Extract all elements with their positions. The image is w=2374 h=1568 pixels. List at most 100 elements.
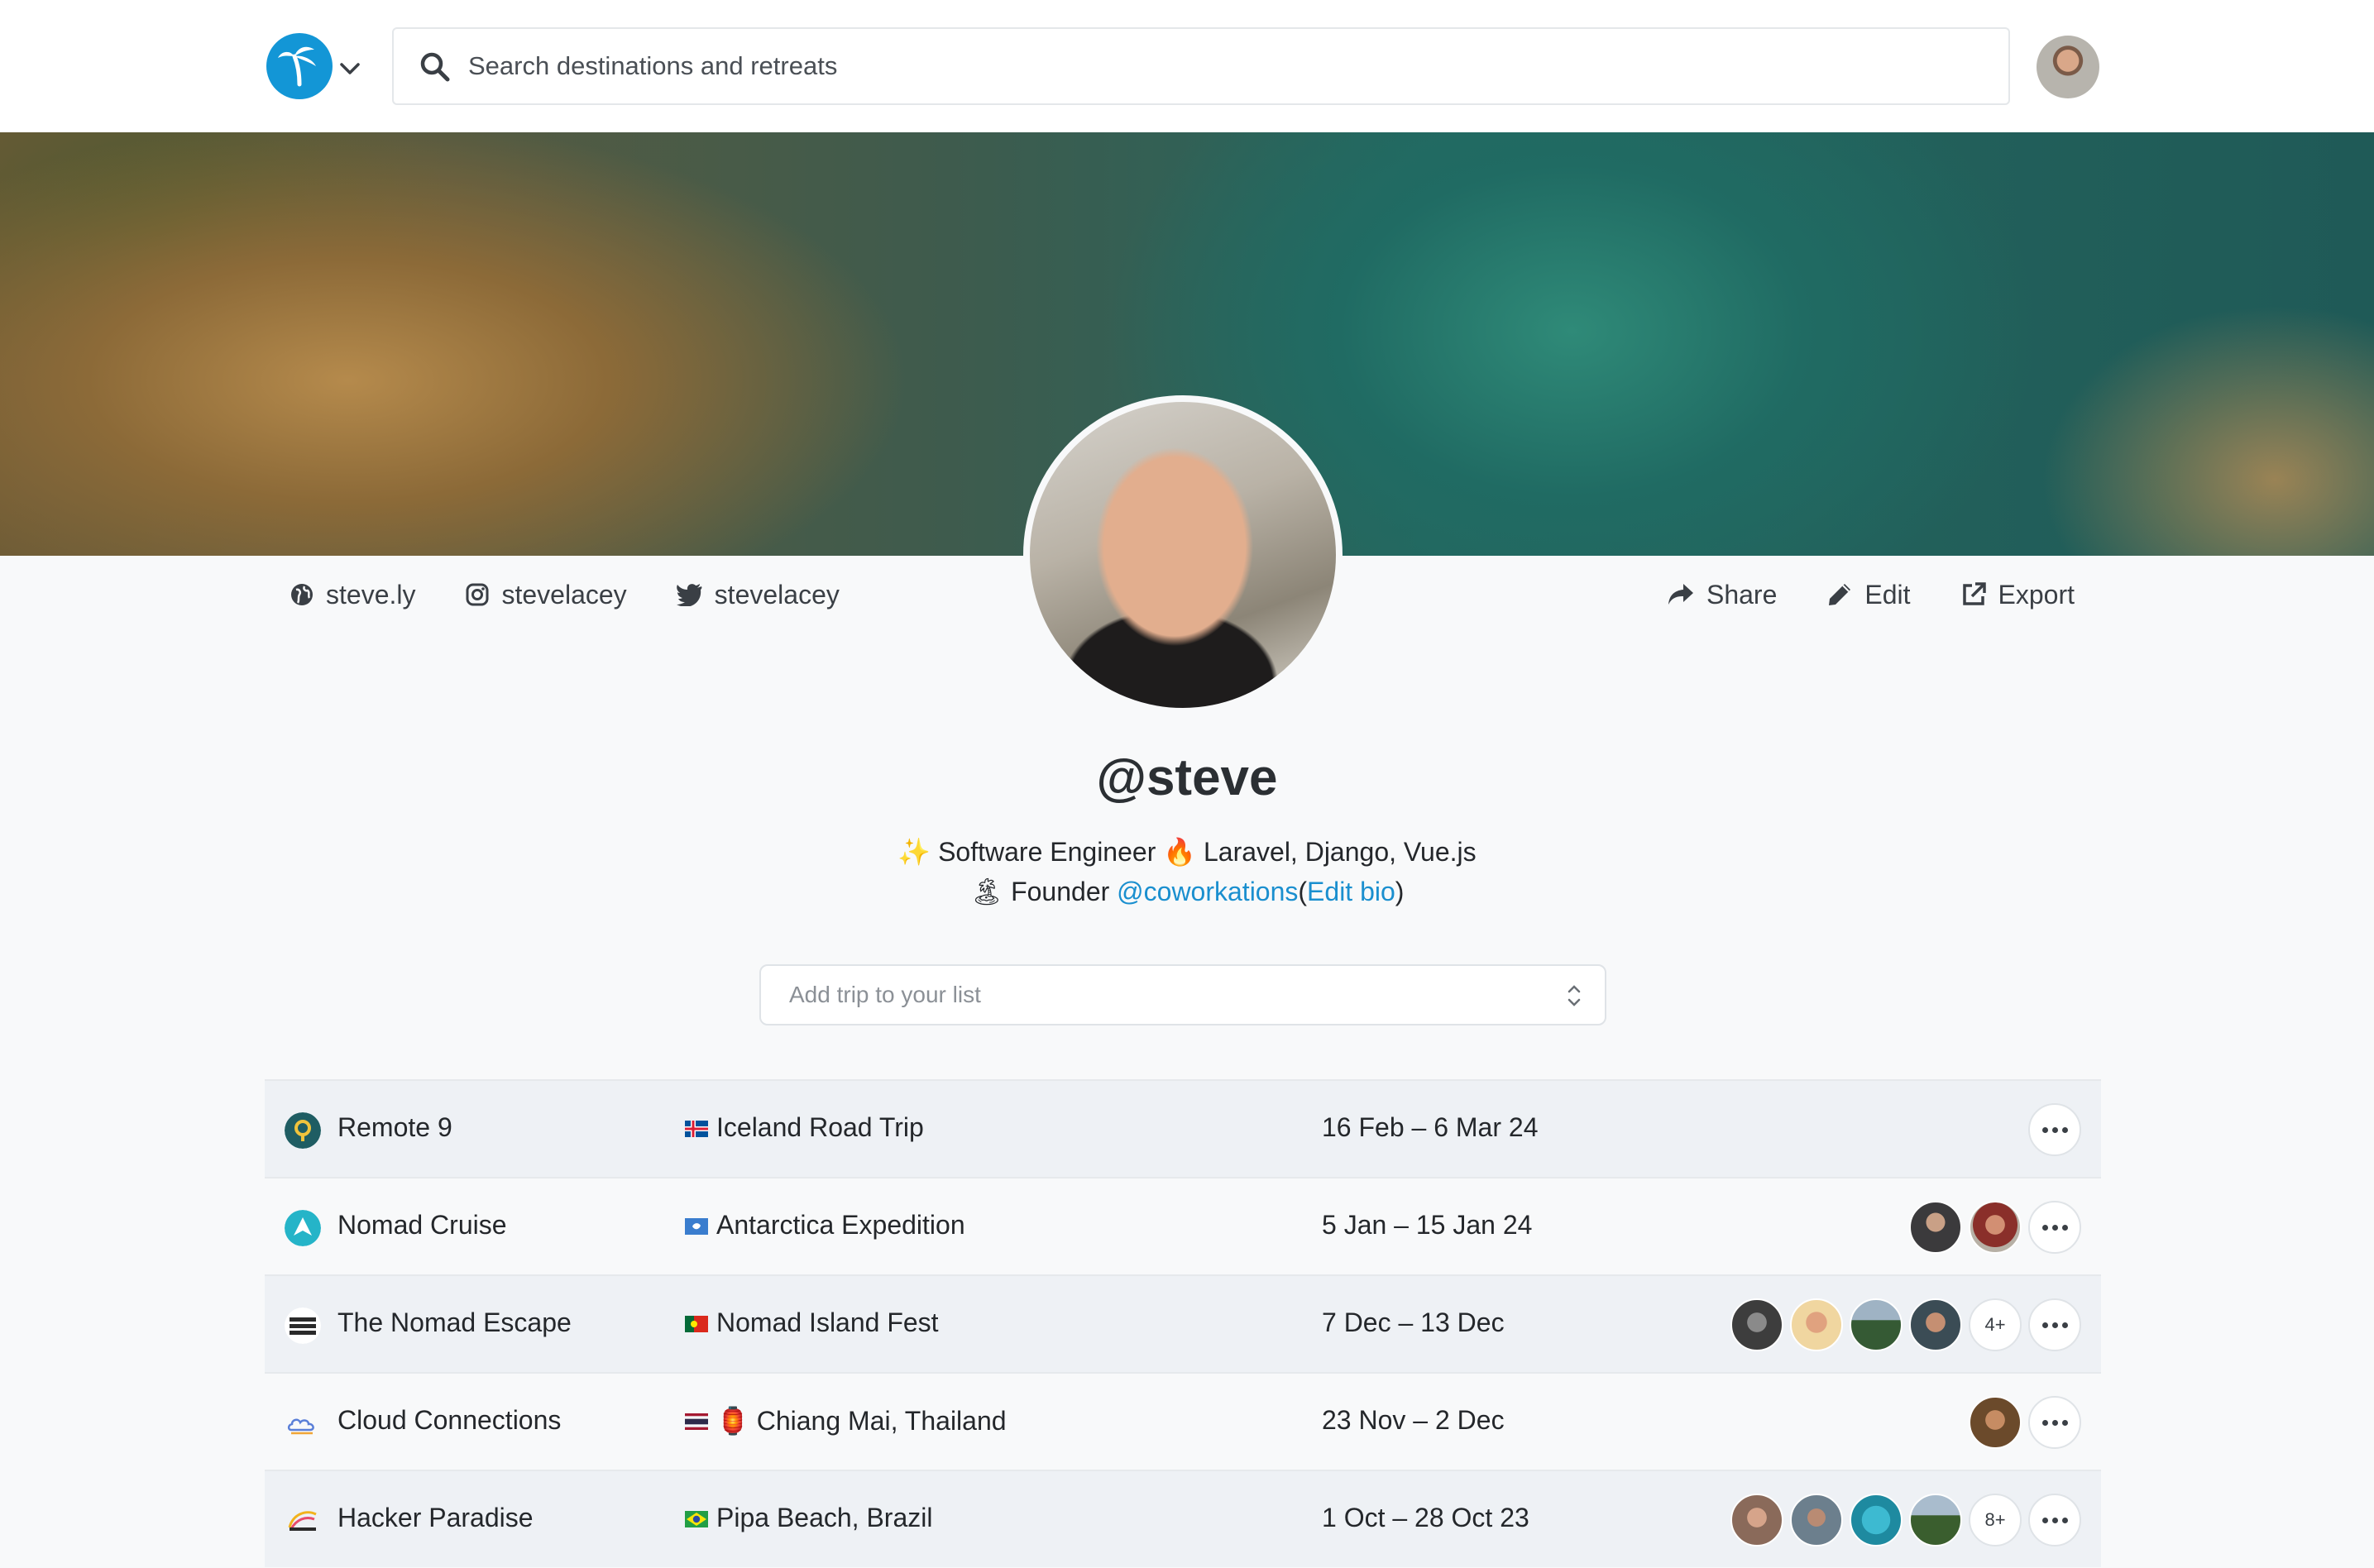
chevron-down-icon[interactable] xyxy=(339,61,361,76)
add-trip-placeholder: Add trip to your list xyxy=(789,982,981,1007)
search-icon xyxy=(420,52,450,82)
attendee-avatar[interactable] xyxy=(1969,1201,2022,1254)
instagram-link-label: stevelacey xyxy=(501,579,627,610)
more-attendees-badge[interactable]: 8+ xyxy=(1969,1494,2022,1546)
nomad-escape-logo-icon xyxy=(285,1307,321,1344)
iceland-flag-icon xyxy=(685,1121,708,1137)
organizer-name[interactable]: The Nomad Escape xyxy=(337,1307,572,1338)
organizer-name[interactable]: Remote 9 xyxy=(337,1112,452,1143)
trip-name[interactable]: 🏮 Chiang Mai, Thailand xyxy=(716,1405,1007,1437)
row-menu-button[interactable] xyxy=(2028,1396,2081,1449)
attendees xyxy=(1909,1201,2081,1254)
top-navbar xyxy=(0,0,2374,132)
bio-role: Software Engineer xyxy=(938,837,1156,867)
thailand-flag-icon xyxy=(685,1413,708,1430)
trips-table: Remote 9 Iceland Road Trip 16 Feb – 6 Ma… xyxy=(265,1079,2101,1567)
ellipsis-icon xyxy=(2041,1224,2068,1231)
user-avatar[interactable] xyxy=(2037,36,2099,98)
trip-dates: 23 Nov – 2 Dec xyxy=(1322,1405,1505,1435)
table-row[interactable]: Nomad Cruise Antarctica Expedition 5 Jan… xyxy=(265,1177,2101,1274)
row-menu-button[interactable] xyxy=(2028,1201,2081,1254)
nomad-cruise-logo-icon xyxy=(285,1210,321,1246)
add-trip-select[interactable]: Add trip to your list xyxy=(759,964,1606,1025)
paren-open: ( xyxy=(1298,877,1308,906)
ellipsis-icon xyxy=(2041,1517,2068,1523)
table-row[interactable]: Remote 9 Iceland Road Trip 16 Feb – 6 Ma… xyxy=(265,1079,2101,1177)
trip-dates: 5 Jan – 15 Jan 24 xyxy=(1322,1210,1533,1240)
trip-name[interactable]: Nomad Island Fest xyxy=(716,1307,939,1338)
share-button[interactable]: Share xyxy=(1667,574,1777,615)
attendee-avatar[interactable] xyxy=(1850,1494,1903,1546)
share-label: Share xyxy=(1706,579,1778,610)
attendee-avatar[interactable] xyxy=(1730,1298,1783,1351)
attendee-avatar[interactable] xyxy=(1909,1298,1962,1351)
trip-dates: 1 Oct – 28 Oct 23 xyxy=(1322,1503,1529,1532)
website-link-label: steve.ly xyxy=(326,579,416,610)
portugal-flag-icon xyxy=(685,1316,708,1332)
attendee-avatar[interactable] xyxy=(1850,1298,1903,1351)
cloud-connections-logo-icon xyxy=(287,1418,314,1435)
bio-line-2: 🏝 Founder @coworkations(Edit bio) xyxy=(0,872,2374,911)
ellipsis-icon xyxy=(2041,1126,2068,1133)
paren-close: ) xyxy=(1395,877,1405,906)
bio-stack: Laravel, Django, Vue.js xyxy=(1203,837,1477,867)
twitter-link[interactable]: stevelacey xyxy=(676,574,840,615)
trip-name[interactable]: Pipa Beach, Brazil xyxy=(716,1503,932,1533)
edit-bio-link[interactable]: Edit bio xyxy=(1307,877,1395,906)
select-updown-icon xyxy=(1568,985,1581,1006)
profile-avatar xyxy=(1023,395,1343,715)
attendee-avatar[interactable] xyxy=(1969,1396,2022,1449)
edit-button[interactable]: Edit xyxy=(1826,574,1911,615)
antarctica-flag-icon xyxy=(685,1218,708,1235)
social-links: steve.ly stevelacey stevelacey xyxy=(290,574,840,615)
island-emoji: 🏝 xyxy=(969,877,1004,906)
attendee-avatar[interactable] xyxy=(1730,1494,1783,1546)
profile-bio: ✨ Software Engineer 🔥 Laravel, Django, V… xyxy=(0,832,2374,911)
bio-founder: Founder xyxy=(1011,877,1110,906)
pencil-icon xyxy=(1829,584,1851,605)
globe-icon xyxy=(291,584,313,605)
attendees xyxy=(1969,1396,2081,1449)
search-input[interactable] xyxy=(468,45,1957,87)
organizer-name[interactable]: Nomad Cruise xyxy=(337,1210,507,1241)
hacker-paradise-logo-icon xyxy=(288,1511,317,1531)
attendees: 8+ xyxy=(1730,1494,2081,1546)
attendee-avatar[interactable] xyxy=(1790,1298,1843,1351)
search-bar[interactable] xyxy=(392,27,2010,105)
organizer-name[interactable]: Cloud Connections xyxy=(337,1405,561,1436)
brazil-flag-icon xyxy=(685,1511,708,1527)
twitter-link-label: stevelacey xyxy=(714,579,840,610)
attendee-avatar[interactable] xyxy=(1790,1494,1843,1546)
export-label: Export xyxy=(1998,579,2075,610)
fire-emoji: 🔥 xyxy=(1163,837,1197,867)
attendee-avatar[interactable] xyxy=(1909,1201,1962,1254)
table-row[interactable]: Cloud Connections 🏮 Chiang Mai, Thailand… xyxy=(265,1372,2101,1470)
table-row[interactable]: The Nomad Escape Nomad Island Fest 7 Dec… xyxy=(265,1274,2101,1372)
ellipsis-icon xyxy=(2041,1419,2068,1426)
palm-logo-icon[interactable] xyxy=(266,33,333,99)
export-button[interactable]: Export xyxy=(1960,574,2075,615)
twitter-icon xyxy=(676,584,702,606)
trip-dates: 7 Dec – 13 Dec xyxy=(1322,1307,1505,1337)
more-attendees-badge[interactable]: 4+ xyxy=(1969,1298,2022,1351)
row-menu-button[interactable] xyxy=(2028,1103,2081,1156)
attendee-avatar[interactable] xyxy=(1909,1494,1962,1546)
row-menu-button[interactable] xyxy=(2028,1494,2081,1546)
ellipsis-icon xyxy=(2041,1322,2068,1328)
external-link-icon xyxy=(1962,582,1986,605)
row-menu-button[interactable] xyxy=(2028,1298,2081,1351)
instagram-link[interactable]: stevelacey xyxy=(465,574,627,615)
coworkations-link[interactable]: @coworkations xyxy=(1117,877,1298,906)
attendees: 4+ xyxy=(1730,1298,2081,1351)
edit-label: Edit xyxy=(1864,579,1911,610)
organizer-name[interactable]: Hacker Paradise xyxy=(337,1503,534,1533)
share-icon xyxy=(1668,584,1693,605)
table-row[interactable]: Hacker Paradise Pipa Beach, Brazil 1 Oct… xyxy=(265,1470,2101,1567)
bio-line-1: ✨ Software Engineer 🔥 Laravel, Django, V… xyxy=(0,832,2374,872)
attendees xyxy=(2028,1103,2081,1156)
profile-actions: Share Edit Export xyxy=(1667,574,2075,615)
trip-dates: 16 Feb – 6 Mar 24 xyxy=(1322,1112,1539,1142)
trip-name[interactable]: Antarctica Expedition xyxy=(716,1210,965,1241)
website-link[interactable]: steve.ly xyxy=(290,574,415,615)
trip-name[interactable]: Iceland Road Trip xyxy=(716,1112,924,1143)
